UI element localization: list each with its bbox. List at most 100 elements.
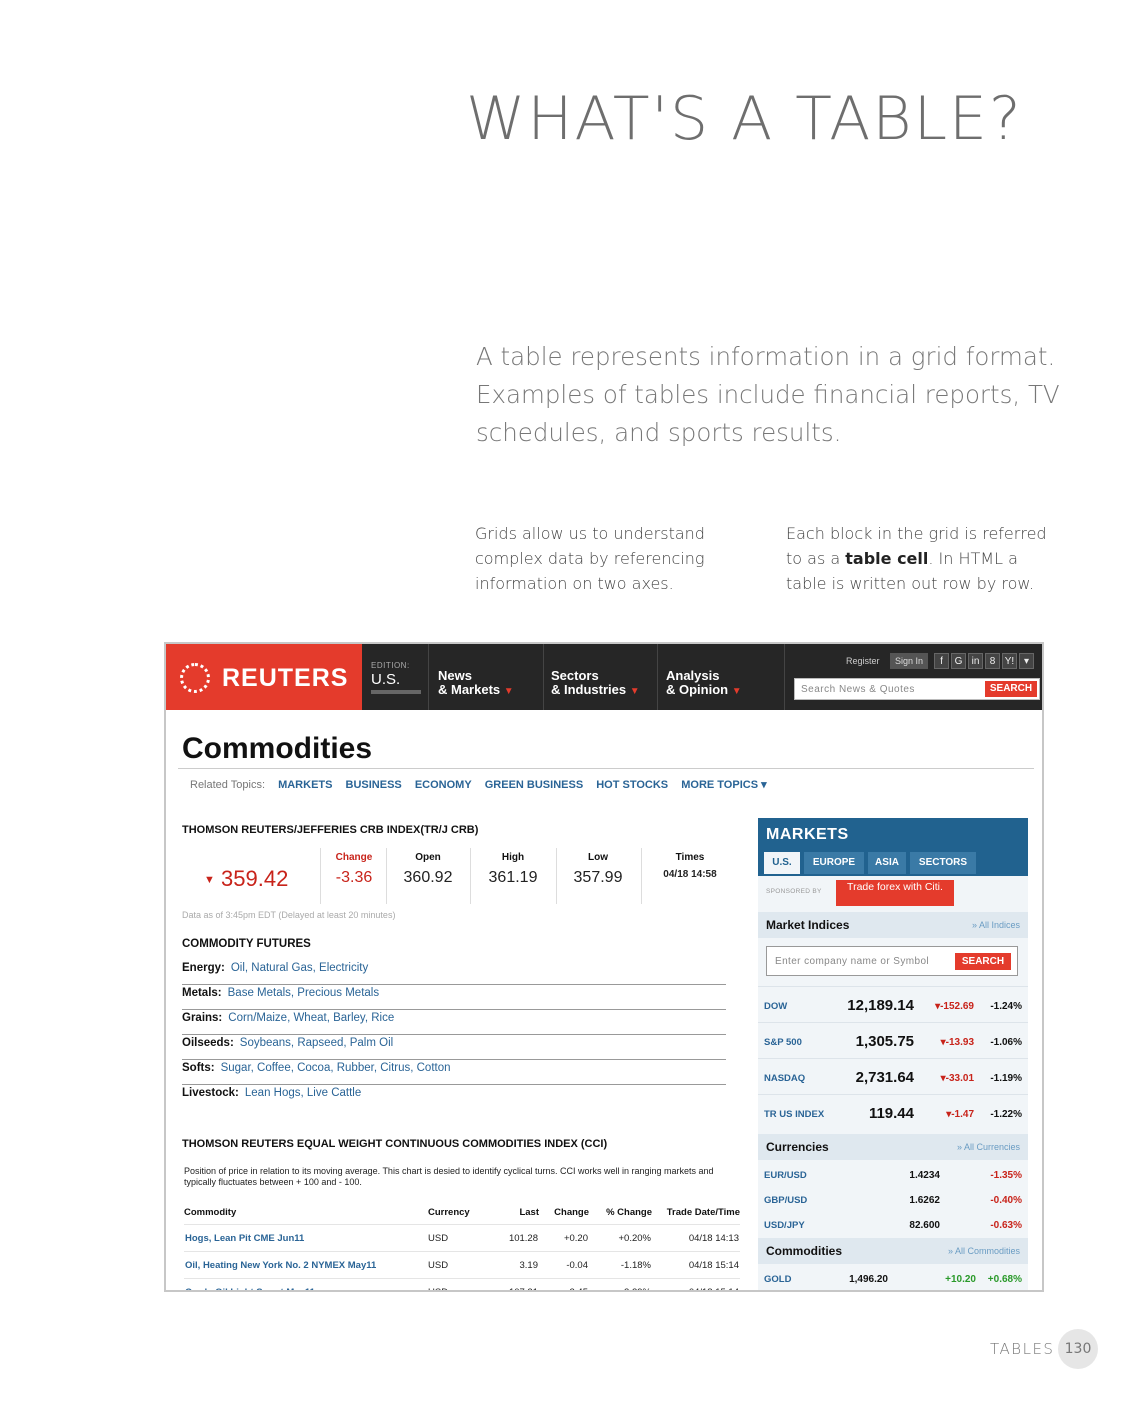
currency-value: 1.6262 [909,1195,940,1206]
caret-down-icon: ▼ [629,686,640,697]
more-topics-link[interactable]: MORE TOPICS ▾ [681,779,766,791]
register-link[interactable]: Register [846,656,880,666]
futures-links[interactable]: Base Metals, Precious Metals [228,987,379,999]
google-plus-icon[interactable]: 8 [985,653,1000,669]
commodity-link[interactable]: Hogs, Lean Pit CME Jun11 [184,1224,414,1252]
tab-asia[interactable]: ASIA [868,852,906,874]
futures-links[interactable]: Oil, Natural Gas, Electricity [231,962,368,974]
page-title: WHAT'S A TABLE? [466,84,1023,154]
edition-selector[interactable]: U.S. [371,671,400,688]
cci-title: THOMSON REUTERS EQUAL WEIGHT CONTINUOUS … [182,1138,608,1150]
crb-times: Times 04/18 14:58 [648,852,732,880]
crb-title: THOMSON REUTERS/JEFFERIES CRB INDEX(TR/J… [182,824,479,836]
index-row: NASDAQ 2,731.64 ▾-33.01 -1.19% [758,1058,1028,1095]
currency-name-link[interactable]: EUR/USD [764,1170,807,1181]
tab-us[interactable]: U.S. [764,852,800,874]
tab-sectors[interactable]: SECTORS [910,852,976,874]
futures-key: Energy: [182,962,225,974]
nav-divider [428,644,429,710]
nav-news-markets[interactable]: News & Markets ▼ [438,669,514,699]
search-button[interactable]: SEARCH [985,681,1037,697]
news-search-input[interactable]: Search News & Quotes SEARCH [794,678,1040,700]
nav-divider [657,644,658,710]
commodity-name-link[interactable]: GOLD [764,1274,791,1285]
crb-high-value: 361.19 [488,869,538,886]
index-pct: -1.06% [990,1037,1022,1048]
futures-key: Grains: [182,1012,223,1024]
topic-link[interactable]: ECONOMY [415,779,472,791]
nav-divider [784,644,785,710]
commodity-value: 1,496.20 [849,1274,888,1285]
all-currencies-link[interactable]: » All Currencies [957,1142,1020,1152]
table-cell: -1.18% [589,1251,652,1279]
sign-in-button[interactable]: Sign In [890,653,928,669]
futures-row: Oilseeds: Soybeans, Rapseed, Palm Oil [182,1037,726,1060]
table-cell: 101.28 [484,1224,539,1252]
table-row: Oil, Heating New York No. 2 NYMEX May11 … [184,1251,740,1279]
intro-paragraph: A table represents information in a grid… [476,342,1060,447]
table-cell: -2.29% [589,1278,652,1290]
commodity-link[interactable]: Crude Oil Light Sweet May11 [184,1278,414,1290]
divider [178,768,1034,769]
cci-table: Commodity Currency Last Change % Change … [184,1200,740,1290]
index-name-link[interactable]: DOW [764,1001,787,1012]
table-cell: +0.20% [589,1224,652,1252]
symbol-search-input[interactable]: Enter company name or Symbol SEARCH [766,946,1018,976]
yahoo-icon[interactable]: Y! [1002,653,1017,669]
edition-dropdown-bar[interactable] [371,690,421,694]
currency-name-link[interactable]: USD/JPY [764,1220,805,1231]
column-header: Change [554,1206,589,1218]
all-commodities-link[interactable]: » All Commodities [948,1246,1020,1256]
markets-sidebar: MARKETS U.S. EUROPE ASIA SECTORS SPONSOR… [758,818,1028,1290]
related-topics-label: Related Topics: [190,779,266,791]
futures-links[interactable]: Lean Hogs, Live Cattle [245,1087,361,1099]
commodity-link[interactable]: Oil, Heating New York No. 2 NYMEX May11 [184,1251,414,1279]
crb-low-label: Low [588,852,608,863]
reuters-logo[interactable]: REUTERS [166,644,362,710]
futures-links[interactable]: Soybeans, Rapseed, Palm Oil [240,1037,393,1049]
facebook-icon[interactable]: f [934,653,949,669]
index-name-link[interactable]: TR US INDEX [764,1109,824,1120]
commodity-row: GOLD 1,496.20 +10.20 +0.68% [758,1266,1028,1290]
cci-description: Position of price in relation to its mov… [184,1166,714,1187]
crb-low: Low 357.99 [556,852,640,887]
futures-key: Softs: [182,1062,215,1074]
nav-sectors-industries[interactable]: Sectors & Industries ▼ [551,669,640,699]
currencies-band: Currencies » All Currencies [758,1134,1028,1160]
forex-ad-button[interactable]: Trade forex with Citi. [836,880,954,906]
nav-label: Analysis [666,668,720,683]
more-share-icon[interactable]: ▾ [1019,653,1034,669]
futures-key: Metals: [182,987,222,999]
symbol-search-button[interactable]: SEARCH [955,953,1011,970]
crb-change-value: -3.36 [335,869,373,886]
table-cell: +0.20 [539,1224,589,1252]
nav-analysis-opinion[interactable]: Analysis & Opinion ▼ [666,669,742,699]
topic-link[interactable]: BUSINESS [346,779,402,791]
table-header-row: Commodity Currency Last Change % Change … [184,1200,740,1225]
index-name-link[interactable]: NASDAQ [764,1073,805,1084]
table-cell: -2.45 [539,1278,589,1290]
column-header: Trade Date/Time [666,1206,740,1218]
crb-open-value: 360.92 [403,869,453,886]
currency-row: USD/JPY 82.600 -0.63% [758,1212,1028,1237]
google-icon[interactable]: G [951,653,966,669]
index-name-link[interactable]: S&P 500 [764,1037,802,1048]
table-cell: 3.19 [484,1251,539,1279]
futures-links[interactable]: Sugar, Coffee, Cocoa, Rubber, Citrus, Co… [221,1062,451,1074]
term-table-cell: table cell [845,549,929,568]
currency-row: EUR/USD 1.4234 -1.35% [758,1162,1028,1187]
all-indices-link[interactable]: » All Indices [972,920,1020,930]
topic-link[interactable]: MARKETS [278,779,332,791]
table-cell: 04/18 15:14 [652,1278,740,1290]
topic-link[interactable]: GREEN BUSINESS [485,779,583,791]
tab-europe[interactable]: EUROPE [804,852,864,874]
currency-name-link[interactable]: GBP/USD [764,1195,807,1206]
futures-row: Metals: Base Metals, Precious Metals [182,987,726,1010]
topic-link[interactable]: HOT STOCKS [596,779,668,791]
index-value: 2,731.64 [855,1069,914,1086]
futures-links[interactable]: Corn/Maize, Wheat, Barley, Rice [228,1012,394,1024]
crb-price: ▼ 359.42 [204,866,288,892]
linkedin-icon[interactable]: in [968,653,983,669]
nav-label: News [438,668,472,683]
indices-header: Market Indices [766,918,850,932]
